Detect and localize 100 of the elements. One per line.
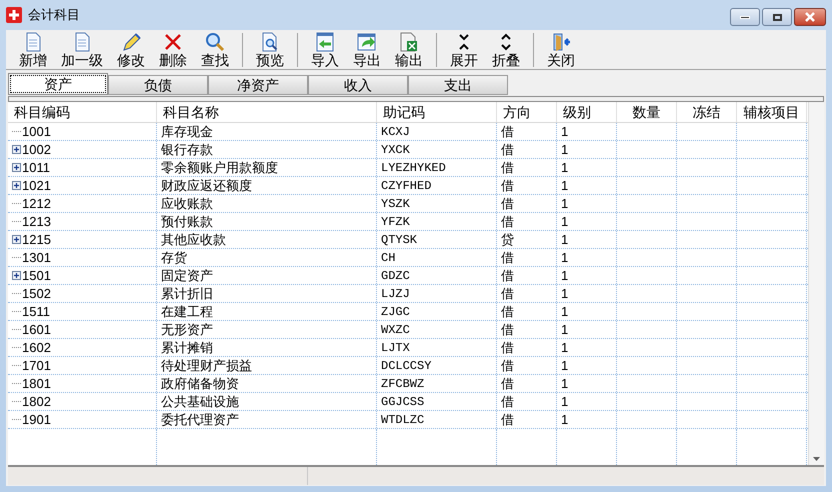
- column-header[interactable]: 方向: [497, 102, 557, 122]
- table-cell-text: 待处理财产损益: [161, 356, 252, 375]
- table-cell-text: 借: [501, 284, 514, 303]
- toolbar-button[interactable]: 展开: [443, 32, 485, 68]
- table-cell-text: 库存现金: [161, 122, 213, 141]
- table-cell-text: 1901: [22, 410, 51, 429]
- tab[interactable]: 资产: [8, 73, 108, 95]
- table-cell-text: 1: [561, 140, 568, 159]
- table-cell-text: 1: [561, 266, 568, 285]
- toolbar-button[interactable]: 查找: [194, 32, 236, 68]
- scroll-down-icon[interactable]: [813, 457, 820, 461]
- pencil-icon: [121, 32, 141, 52]
- scrollbar[interactable]: [808, 102, 824, 465]
- minimize-button[interactable]: [730, 8, 760, 26]
- table-cell-text: 1701: [22, 356, 51, 375]
- table-cell-text: 借: [501, 176, 514, 195]
- table-cell-text: 1602: [22, 338, 51, 357]
- expand-toggle[interactable]: [12, 145, 21, 154]
- table-cell-text: 1501: [22, 266, 51, 285]
- close-button[interactable]: [794, 8, 826, 26]
- table-cell-text: 借: [501, 122, 514, 141]
- expand-toggle[interactable]: [12, 181, 21, 190]
- table-cell-text: 其他应收款: [161, 230, 226, 249]
- table-cell-text: 1802: [22, 392, 51, 411]
- table-cell-text: YFZK: [381, 214, 410, 230]
- table-cell-text: 1: [561, 212, 568, 231]
- tab[interactable]: 负债: [108, 75, 208, 95]
- table-cell-text: ZFCBWZ: [381, 376, 424, 392]
- toolbar-button[interactable]: 修改: [110, 32, 152, 68]
- toolbar-button[interactable]: 导入: [304, 32, 346, 68]
- toolbar-button[interactable]: 输出: [388, 32, 430, 68]
- column-header[interactable]: 科目名称: [157, 102, 377, 122]
- table-cell-text: WXZC: [381, 322, 410, 338]
- table-cell-text: ZJGC: [381, 304, 410, 320]
- table-cell-text: 在建工程: [161, 302, 213, 321]
- close-icon: [805, 12, 815, 22]
- table-cell-text: 1: [561, 248, 568, 267]
- column-header[interactable]: 级别: [557, 102, 617, 122]
- table-cell-text: 1: [561, 356, 568, 375]
- table-cell-text: LJZJ: [381, 286, 410, 302]
- table-cell-text: 预付账款: [161, 212, 213, 231]
- restore-button[interactable]: [762, 8, 792, 26]
- table-cell-text: 1: [561, 320, 568, 339]
- column-header[interactable]: 助记码: [377, 102, 497, 122]
- table-cell-text: 借: [501, 410, 514, 429]
- table-cell-text: 1: [561, 230, 568, 249]
- table-cell-text: DCLCCSY: [381, 358, 432, 374]
- window-title: 会计科目: [28, 6, 80, 24]
- table-cell-text: 借: [501, 248, 514, 267]
- table-cell-text: 1212: [22, 194, 51, 213]
- table-cell-text: 1021: [22, 176, 51, 195]
- table-cell-text: 1601: [22, 320, 51, 339]
- table-cell-text: WTDLZC: [381, 412, 424, 428]
- toolbar-button[interactable]: 删除: [152, 32, 194, 68]
- toolbar-button[interactable]: 新增: [12, 32, 54, 68]
- expand-toggle[interactable]: [12, 163, 21, 172]
- tab[interactable]: 收入: [308, 75, 408, 95]
- table-cell-text: 1: [561, 374, 568, 393]
- table-cell-text: GGJCSS: [381, 394, 424, 410]
- toolbar-button[interactable]: 导出: [346, 32, 388, 68]
- table-cell-text: 贷: [501, 230, 514, 249]
- table-cell-text: 无形资产: [161, 320, 213, 339]
- column-header[interactable]: 辅核项目: [737, 102, 807, 122]
- tab[interactable]: 净资产: [208, 75, 308, 95]
- table-cell-text: YXCK: [381, 142, 410, 158]
- cross-icon: [163, 32, 183, 52]
- expand-toggle[interactable]: [12, 271, 21, 280]
- table-cell-text: 1301: [22, 248, 51, 267]
- toolbar-button[interactable]: 关闭: [540, 32, 582, 68]
- toolbar-button[interactable]: 折叠: [485, 32, 527, 68]
- table-cell-text: 政府储备物资: [161, 374, 239, 393]
- table-cell-text: 1011: [22, 158, 50, 177]
- table-cell-text: 固定资产: [161, 266, 213, 285]
- table-cell-text: 借: [501, 266, 514, 285]
- table-cell-text: 公共基础设施: [161, 392, 239, 411]
- table-cell-text: 1: [561, 158, 568, 177]
- table-cell-text: 存货: [161, 248, 187, 267]
- toolbar-button[interactable]: 加一级: [54, 32, 110, 68]
- table-cell-text: 1: [561, 284, 568, 303]
- table-cell-text: 1502: [22, 284, 51, 303]
- table-cell-text: 1: [561, 392, 568, 411]
- table-cell-text: 1: [561, 194, 568, 213]
- table-cell-text: 1511: [22, 302, 50, 321]
- table-cell-text: 借: [501, 194, 514, 213]
- expand-toggle[interactable]: [12, 235, 21, 244]
- table-cell-text: 借: [501, 338, 514, 357]
- toolbar-button[interactable]: 预览: [249, 32, 291, 68]
- table-cell-text: 借: [501, 140, 514, 159]
- table-cell-text: 借: [501, 374, 514, 393]
- table-cell-text: LYEZHYKED: [381, 160, 446, 176]
- column-header[interactable]: 科目编码: [8, 102, 157, 122]
- table-cell-text: 1213: [22, 212, 51, 231]
- column-header[interactable]: 数量: [617, 102, 677, 122]
- table-cell-text: 1801: [22, 374, 51, 393]
- table-cell-text: 1001: [22, 122, 51, 141]
- magnifier-icon: [205, 32, 225, 52]
- table-cell-text: 1: [561, 122, 568, 141]
- tab[interactable]: 支出: [408, 75, 508, 95]
- table-cell-text: 1002: [22, 140, 51, 159]
- column-header[interactable]: 冻结: [677, 102, 737, 122]
